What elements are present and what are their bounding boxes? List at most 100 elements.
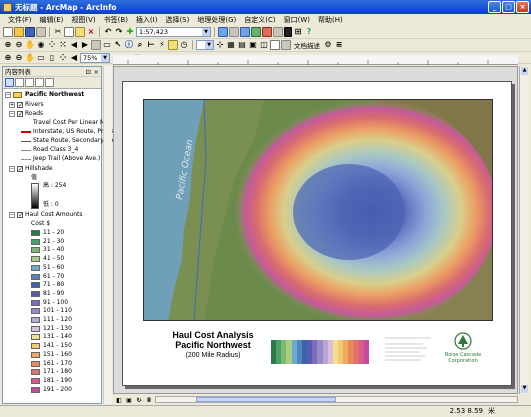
layer-item-roads[interactable]: − ✓ Roads <box>9 110 43 118</box>
forward-icon[interactable]: ▶ <box>80 40 90 50</box>
paste-icon[interactable] <box>75 27 85 37</box>
back-icon[interactable]: ◀ <box>69 40 79 50</box>
pin-icon[interactable]: ⊡ <box>86 67 91 77</box>
layout-view-icon[interactable]: ▣ <box>125 396 133 404</box>
identify-icon[interactable]: ⓘ <box>124 40 134 50</box>
catalog-icon[interactable] <box>251 27 261 37</box>
menu-bookmarks[interactable]: 书签(B) <box>100 15 132 25</box>
add-data-icon[interactable]: ✚ <box>125 27 135 37</box>
collapse-icon[interactable]: − <box>9 111 15 117</box>
grid-icon[interactable]: ▦ <box>226 40 236 50</box>
toc-scrollbar[interactable] <box>103 66 112 404</box>
pause-drawing-icon[interactable]: Ⅱ <box>145 396 153 404</box>
zoom-in-icon[interactable]: ⊕ <box>3 40 13 50</box>
open-folder-icon[interactable] <box>14 27 24 37</box>
time-slider-icon[interactable]: ◷ <box>179 40 189 50</box>
menu-file[interactable]: 文件(F) <box>4 15 36 25</box>
layout-icon[interactable] <box>218 27 228 37</box>
hyperlink-icon[interactable]: ⚡ <box>157 40 167 50</box>
editor-icon[interactable] <box>229 27 239 37</box>
properties-icon[interactable]: ⚙ <box>323 40 333 50</box>
layout-zoom-combo[interactable]: 75% ▼ <box>80 52 110 63</box>
table-icon[interactable]: ▤ <box>237 40 247 50</box>
layer-item-rivers[interactable]: + ✓ Rivers <box>9 101 44 109</box>
scroll-up-icon[interactable]: ▲ <box>521 67 528 75</box>
toc-options-icon[interactable] <box>45 78 54 87</box>
collapse-icon[interactable]: − <box>5 92 11 98</box>
scroll-down-icon[interactable]: ▼ <box>521 385 528 393</box>
menu-selection[interactable]: 选择(S) <box>161 15 193 25</box>
list-by-visibility-icon[interactable] <box>25 78 34 87</box>
dataframe-item[interactable]: − Pacific Northwest <box>5 91 84 99</box>
expand-icon[interactable]: + <box>9 102 15 108</box>
layout-vertical-scrollbar[interactable]: ▲ ▼ <box>519 66 529 394</box>
roads-visibility-checkbox[interactable]: ✓ <box>17 111 23 118</box>
copy-icon[interactable] <box>64 27 74 37</box>
search-window-icon[interactable] <box>262 27 272 37</box>
arctoolbox-icon[interactable] <box>273 27 283 37</box>
layout-zoom-in-icon[interactable]: ⊕ <box>3 53 13 63</box>
maximize-button[interactable]: □ <box>502 1 515 13</box>
map-data-frame[interactable]: Pacific Ocean <box>143 99 493 321</box>
table-of-contents-icon[interactable] <box>240 27 250 37</box>
zoom-whole-page-icon[interactable]: ▭ <box>36 53 46 63</box>
scroll-thumb[interactable] <box>196 397 336 402</box>
new-document-icon[interactable] <box>3 27 13 37</box>
layout-pan-icon[interactable]: ✋ <box>25 53 35 63</box>
pan-icon[interactable]: ✋ <box>25 40 35 50</box>
close-button[interactable]: × <box>516 1 529 13</box>
help-icon[interactable]: ? <box>304 27 314 37</box>
zoom-out-icon[interactable]: ⊖ <box>14 40 24 50</box>
overview-icon[interactable]: ◫ <box>259 40 269 50</box>
data-view-icon[interactable]: ◧ <box>115 396 123 404</box>
georeference-icon[interactable]: ⊹ <box>215 40 225 50</box>
menu-view[interactable]: 视图(V) <box>67 15 99 25</box>
fixed-zoom-out-icon[interactable]: ⁙ <box>58 40 68 50</box>
print-icon[interactable] <box>36 27 46 37</box>
frame-icon[interactable]: ▣ <box>248 40 258 50</box>
horizontal-scrollbar[interactable] <box>155 396 518 403</box>
select-features-icon[interactable] <box>91 40 101 50</box>
full-extent-icon[interactable]: ◉ <box>36 40 46 50</box>
list-by-selection-icon[interactable] <box>35 78 44 87</box>
list-icon[interactable]: ≡ <box>334 40 344 50</box>
menu-help[interactable]: 帮助(H) <box>314 15 347 25</box>
select-elements-icon[interactable]: ↖ <box>113 40 123 50</box>
layout-zoom-out-icon[interactable]: ⊖ <box>14 53 24 63</box>
collapse-icon[interactable]: − <box>9 166 15 172</box>
minimize-button[interactable]: _ <box>488 1 501 13</box>
layer-item-haul-cost[interactable]: − ✓ Haul Cost Amounts <box>9 211 83 219</box>
haul-cost-visibility-checkbox[interactable]: ✓ <box>17 212 23 219</box>
layer-item-hillshade[interactable]: − ✓ Hillshade <box>9 165 53 173</box>
redo-icon[interactable]: ↷ <box>114 27 124 37</box>
find-icon[interactable]: ⌕ <box>135 40 145 50</box>
document-description-label[interactable]: 文档描述 <box>292 40 322 50</box>
map-scale-combo[interactable]: 1:57,423 ▼ <box>136 27 211 37</box>
document-icon[interactable] <box>270 40 280 50</box>
layout-view[interactable]: Pacific Ocean Haul Cost Analysis Pacific… <box>113 66 518 394</box>
menu-geoprocessing[interactable]: 地理处理(G) <box>193 15 240 25</box>
layer-selector-combo[interactable]: ▼ <box>196 40 214 50</box>
fixed-zoom-in-icon[interactable]: ⁘ <box>47 40 57 50</box>
model-builder-icon[interactable]: ⊞ <box>293 27 303 37</box>
measure-icon[interactable]: ⊢ <box>146 40 156 50</box>
menu-insert[interactable]: 插入(I) <box>132 15 162 25</box>
refresh-icon[interactable]: ↻ <box>135 396 143 404</box>
fixed-layout-zoom-icon[interactable]: ⁘ <box>58 53 68 63</box>
python-window-icon[interactable] <box>284 27 292 37</box>
menu-windows[interactable]: 窗口(W) <box>280 15 314 25</box>
hillshade-visibility-checkbox[interactable]: ✓ <box>17 166 23 173</box>
layout-back-icon[interactable]: ◀ <box>69 53 79 63</box>
save-icon[interactable] <box>25 27 35 37</box>
text-tool-icon[interactable] <box>281 40 291 50</box>
list-by-drawing-order-icon[interactable] <box>5 78 14 87</box>
delete-icon[interactable]: × <box>86 27 96 37</box>
zoom-100-icon[interactable]: ▯ <box>47 53 57 63</box>
clear-selection-icon[interactable]: ▭ <box>102 40 112 50</box>
html-popup-icon[interactable] <box>168 40 178 50</box>
undo-icon[interactable]: ↶ <box>103 27 113 37</box>
toc-close-icon[interactable]: × <box>94 67 99 77</box>
collapse-icon[interactable]: − <box>9 212 15 218</box>
list-by-source-icon[interactable] <box>15 78 24 87</box>
rivers-visibility-checkbox[interactable]: ✓ <box>17 102 23 109</box>
